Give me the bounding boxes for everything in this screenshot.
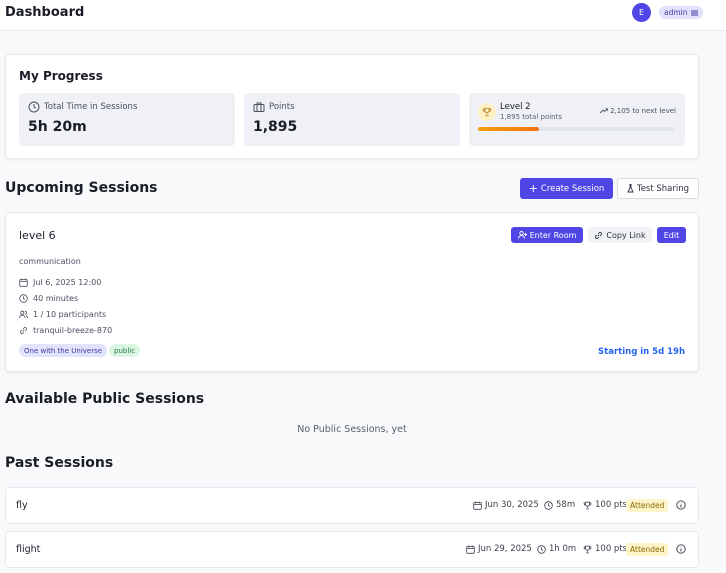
level-subtitle: 1,895 total points bbox=[500, 113, 562, 121]
points-label: Points bbox=[269, 102, 295, 112]
trophy-icon bbox=[583, 501, 592, 509]
test-sharing-button[interactable]: Test Sharing bbox=[617, 178, 699, 199]
copy-link-button[interactable]: Copy Link bbox=[588, 227, 652, 243]
level-title: Level 2 bbox=[500, 102, 531, 112]
past-session-duration-text: 58m bbox=[556, 500, 576, 510]
role-badge-label: admin bbox=[664, 8, 688, 17]
starting-countdown: Starting in 5d 19h bbox=[598, 347, 685, 357]
tag-category: One with the Universe bbox=[19, 344, 108, 357]
past-session-date: Jun 29, 2025 bbox=[466, 544, 532, 554]
user-plus-icon bbox=[517, 231, 527, 239]
points-value: 1,895 bbox=[253, 119, 298, 135]
session-participants: 1 / 10 participants bbox=[33, 310, 107, 319]
session-title: level 6 bbox=[19, 229, 56, 242]
session-room: tranquil-breeze-870 bbox=[33, 326, 113, 335]
create-session-label: Create Session bbox=[540, 183, 605, 194]
test-sharing-label: Test Sharing bbox=[636, 183, 690, 194]
session-room-row: tranquil-breeze-870 bbox=[19, 326, 112, 335]
public-empty-text: No Public Sessions, yet bbox=[297, 424, 407, 435]
past-session-row[interactable]: fly Jun 30, 2025 58m 100 pts Attended bbox=[5, 487, 699, 524]
trophy-icon-wrap bbox=[478, 103, 496, 121]
session-date: Jul 6, 2025 12:00 bbox=[33, 278, 102, 287]
past-session-duration: 58m bbox=[544, 500, 575, 510]
past-session-date-text: Jun 30, 2025 bbox=[485, 500, 539, 510]
trending-up-icon bbox=[600, 108, 609, 114]
info-icon[interactable] bbox=[676, 544, 686, 554]
session-duration: 40 minutes bbox=[33, 294, 79, 303]
session-category: communication bbox=[19, 257, 81, 266]
public-title: Available Public Sessions bbox=[5, 391, 205, 407]
past-session-date-text: Jun 29, 2025 bbox=[478, 544, 532, 554]
past-session-points: 100 pts bbox=[583, 500, 627, 510]
past-title: Past Sessions bbox=[5, 455, 114, 471]
edit-button[interactable]: Edit bbox=[657, 227, 686, 243]
clock-icon bbox=[544, 500, 553, 510]
trophy-icon bbox=[482, 107, 492, 117]
tag-visibility: public bbox=[109, 344, 141, 357]
create-session-button[interactable]: + Create Session bbox=[520, 178, 613, 199]
session-date-row: Jul 6, 2025 12:00 bbox=[19, 278, 101, 287]
session-duration-row: 40 minutes bbox=[19, 294, 78, 303]
total-time-value: 5h 20m bbox=[28, 119, 87, 135]
briefcase-icon bbox=[253, 102, 265, 112]
past-session-row[interactable]: flight Jun 29, 2025 1h 0m 100 pts Attend… bbox=[5, 531, 699, 568]
attended-badge: Attended bbox=[626, 543, 669, 556]
past-session-date: Jun 30, 2025 bbox=[473, 500, 539, 510]
calendar-icon bbox=[19, 278, 28, 287]
past-session-duration: 1h 0m bbox=[537, 544, 576, 554]
past-session-points-text: 100 pts bbox=[595, 544, 628, 554]
menu-icon bbox=[690, 10, 698, 15]
level-stat: Level 2 1,895 total points 2,105 to next… bbox=[469, 93, 685, 146]
trophy-icon bbox=[583, 545, 592, 553]
plus-icon: + bbox=[528, 182, 538, 195]
total-time-stat: Total Time in Sessions 5h 20m bbox=[19, 93, 235, 146]
session-participants-row: 1 / 10 participants bbox=[19, 310, 106, 319]
flask-icon bbox=[627, 184, 634, 193]
past-session-points-text: 100 pts bbox=[595, 500, 628, 510]
progress-title: My Progress bbox=[19, 69, 103, 83]
enter-room-button[interactable]: Enter Room bbox=[511, 227, 583, 243]
past-session-title: fly bbox=[16, 500, 28, 511]
past-session-points: 100 pts bbox=[583, 544, 627, 554]
progress-card: My Progress Total Time in Sessions 5h 20… bbox=[5, 54, 699, 159]
users-icon bbox=[19, 310, 28, 319]
next-level-text: 2,105 to next level bbox=[610, 107, 676, 115]
points-stat: Points 1,895 bbox=[244, 93, 460, 146]
next-level: 2,105 to next level bbox=[600, 107, 676, 115]
avatar[interactable]: E bbox=[632, 3, 651, 22]
clock-icon bbox=[19, 294, 28, 303]
level-progress-bar bbox=[478, 127, 675, 131]
calendar-icon bbox=[473, 501, 482, 510]
link-icon bbox=[20, 327, 27, 334]
page-title: Dashboard bbox=[5, 5, 85, 20]
total-time-label: Total Time in Sessions bbox=[44, 102, 138, 112]
link-icon bbox=[595, 231, 603, 239]
calendar-icon bbox=[466, 545, 475, 554]
attended-badge: Attended bbox=[626, 499, 669, 512]
top-bar: Dashboard E admin bbox=[0, 0, 726, 31]
level-progress-fill bbox=[478, 127, 540, 131]
enter-room-label: Enter Room bbox=[529, 230, 577, 240]
upcoming-title: Upcoming Sessions bbox=[5, 180, 158, 196]
info-icon[interactable] bbox=[676, 500, 686, 510]
role-badge[interactable]: admin bbox=[659, 6, 703, 19]
clock-icon bbox=[28, 101, 40, 113]
session-card: level 6 Enter Room Copy Link Edit commun… bbox=[5, 212, 699, 372]
past-session-duration-text: 1h 0m bbox=[549, 544, 577, 554]
clock-icon bbox=[537, 544, 546, 554]
past-session-title: flight bbox=[16, 544, 41, 555]
copy-link-label: Copy Link bbox=[606, 230, 646, 240]
